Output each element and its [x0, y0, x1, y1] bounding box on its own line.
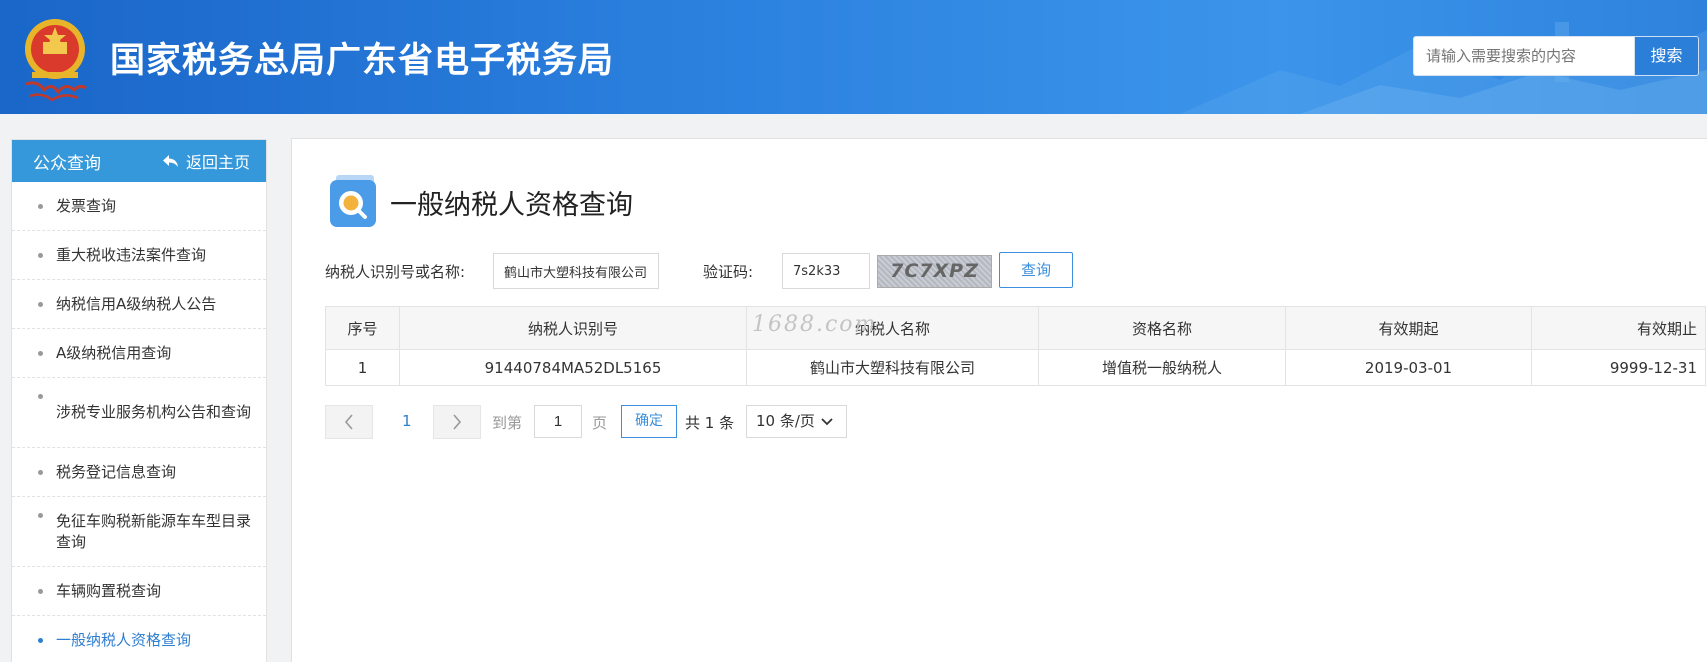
table-cell: 鹤山市大塑科技有限公司 [746, 349, 1039, 386]
column-header: 资格名称 [1038, 306, 1286, 350]
main-panel: 一般纳税人资格查询 纳税人识别号或名称: 验证码: 7C7XPZ 查询 序号 纳… [291, 138, 1707, 662]
chevron-right-icon [453, 414, 462, 430]
sidebar-header: 公众查询 返回主页 [12, 140, 266, 182]
bullet-icon [38, 350, 43, 356]
column-header: 纳税人识别号 [399, 306, 747, 350]
sidebar-item-registration[interactable]: 税务登记信息查询 [12, 448, 266, 497]
bullet-icon [38, 394, 43, 399]
sidebar-item-label: 纳税信用A级纳税人公告 [56, 294, 217, 313]
sidebar-item-label: 车辆购置税查询 [56, 581, 162, 600]
bullet-icon [38, 252, 43, 258]
sidebar-item-label: 涉税专业服务机构公告和查询 [56, 403, 252, 421]
captcha-image[interactable]: 7C7XPZ [877, 255, 992, 288]
results-table: 序号 纳税人识别号 纳税人名称 资格名称 有效期起 有效期止 1 9144078… [325, 306, 1706, 386]
bullet-icon [38, 513, 43, 518]
bullet-icon [38, 203, 43, 209]
captcha-label: 验证码: [703, 263, 754, 281]
goto-page-input[interactable] [534, 405, 582, 438]
column-header: 有效期止 [1531, 306, 1706, 350]
table-row: 1 91440784MA52DL5165 鹤山市大塑科技有限公司 增值税一般纳税… [325, 349, 1706, 386]
watermark: 1688.com [752, 312, 878, 337]
sidebar-item-label: 发票查询 [56, 196, 117, 215]
sidebar-item-label: 免征车购税新能源车车型目录查询 [56, 511, 252, 551]
page-size-select[interactable]: 10 条/页 [746, 405, 847, 438]
sidebar-item-label: 重大税收违法案件查询 [56, 245, 207, 264]
sidebar-title: 公众查询 [33, 153, 101, 174]
sidebar-item-invoice[interactable]: 发票查询 [12, 182, 266, 231]
back-home-link[interactable]: 返回主页 [162, 149, 250, 173]
column-header: 序号 [325, 306, 400, 350]
search-button[interactable]: 搜索 [1634, 36, 1699, 76]
taxpayer-label: 纳税人识别号或名称: [325, 263, 466, 281]
page-number[interactable]: 1 [402, 412, 412, 430]
back-home-label: 返回主页 [185, 153, 250, 172]
sidebar-item-major-violation[interactable]: 重大税收违法案件查询 [12, 231, 266, 280]
sidebar-item-credit-announcement[interactable]: 纳税信用A级纳税人公告 [12, 280, 266, 329]
captcha-input[interactable] [782, 253, 870, 289]
site-header: 国家税务总局广东省电子税务局 搜索 [0, 0, 1707, 114]
sidebar-item-agency[interactable]: 涉税专业服务机构公告和查询 [12, 378, 266, 448]
bullet-icon [38, 469, 43, 475]
search-document-icon [330, 175, 376, 227]
page-title: 一般纳税人资格查询 [390, 190, 633, 221]
reply-arrow-icon [162, 155, 178, 167]
query-button[interactable]: 查询 [999, 252, 1073, 288]
table-cell: 91440784MA52DL5165 [399, 349, 747, 386]
chevron-left-icon [344, 414, 353, 430]
sidebar-item-vehicle-tax[interactable]: 车辆购置税查询 [12, 567, 266, 616]
goto-confirm-button[interactable]: 确定 [621, 405, 677, 438]
national-emblem-icon [25, 19, 87, 102]
sidebar: 公众查询 返回主页 发票查询 重大税收违法案件查询 纳税信用A级纳税人公告 A级… [11, 139, 267, 662]
table-cell: 增值税一般纳税人 [1038, 349, 1286, 386]
sidebar-item-credit-query[interactable]: A级纳税信用查询 [12, 329, 266, 378]
bullet-icon [38, 301, 43, 307]
chevron-down-icon [821, 417, 833, 425]
bullet-icon [38, 588, 43, 594]
page-size-value: 10 条/页 [756, 412, 815, 430]
goto-suffix: 页 [592, 414, 608, 432]
sidebar-item-label: 税务登记信息查询 [56, 462, 177, 481]
table-cell: 1 [325, 349, 400, 386]
next-page-button[interactable] [433, 405, 481, 439]
taxpayer-input[interactable] [493, 253, 659, 289]
prev-page-button[interactable] [325, 405, 373, 439]
table-cell: 2019-03-01 [1285, 349, 1532, 386]
sidebar-item-label: 一般纳税人资格查询 [56, 630, 192, 649]
goto-prefix: 到第 [492, 414, 523, 432]
search-input[interactable] [1413, 36, 1635, 76]
bullet-icon [38, 637, 43, 643]
site-title: 国家税务总局广东省电子税务局 [110, 41, 615, 81]
sidebar-item-new-energy[interactable]: 免征车购税新能源车车型目录查询 [12, 497, 266, 567]
column-header: 有效期起 [1285, 306, 1532, 350]
table-cell: 9999-12-31 [1531, 349, 1706, 386]
sidebar-item-label: A级纳税信用查询 [56, 343, 172, 362]
total-count: 共 1 条 [685, 414, 735, 432]
sidebar-item-general-taxpayer[interactable]: 一般纳税人资格查询 [12, 616, 266, 662]
table-header-row: 序号 纳税人识别号 纳税人名称 资格名称 有效期起 有效期止 [325, 306, 1706, 350]
